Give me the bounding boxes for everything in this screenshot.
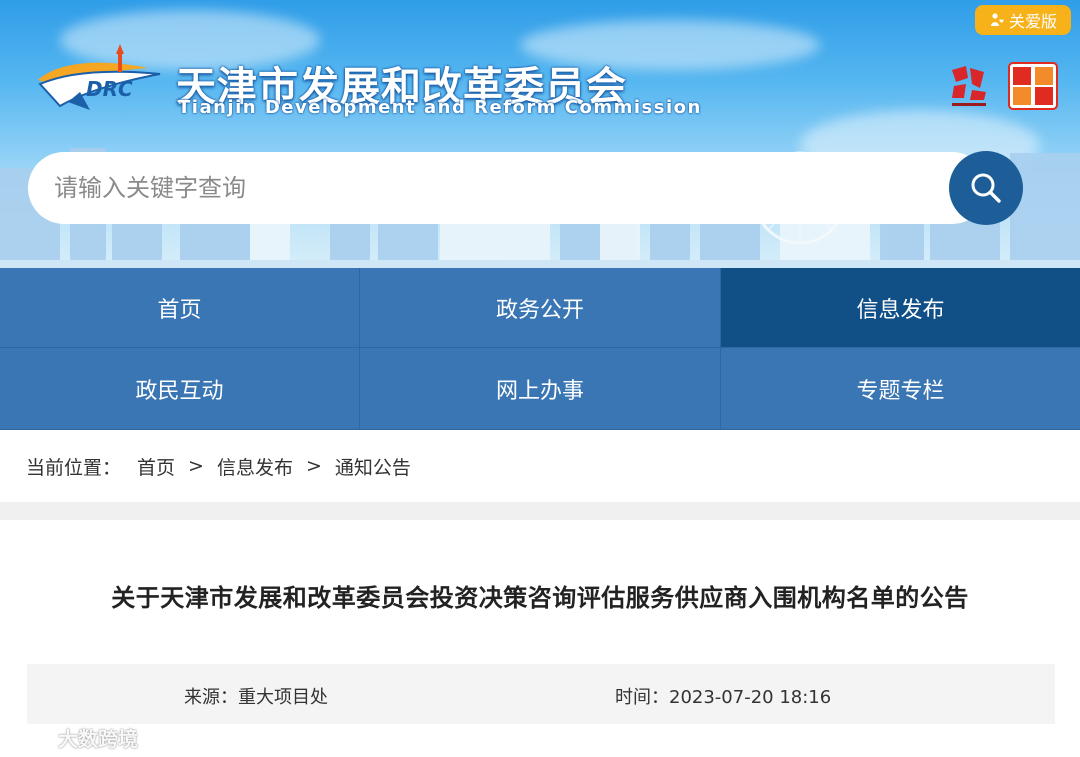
care-mode-icon [990, 13, 1004, 26]
search-box [28, 152, 988, 224]
breadcrumb-item-information-release[interactable]: 信息发布 [217, 453, 293, 480]
breadcrumb-separator: > [188, 455, 204, 477]
nav-item-special-topics[interactable]: 专题专栏 [721, 348, 1080, 430]
article-title: 关于天津市发展和改革委员会投资决策咨询评估服务供应商入围机构名单的公告 [111, 584, 969, 612]
nav-item-public-interaction[interactable]: 政民互动 [0, 348, 360, 430]
nav-item-information-release[interactable]: 信息发布 [721, 268, 1080, 348]
header-banner: 关爱版 DRC 天津市发展和改革委员会 Tianjin Development … [0, 0, 1080, 268]
article-meta-bar: 来源：重大项目处 时间：2023-07-20 18:16 [27, 664, 1055, 724]
site-subtitle: Tianjin Development and Reform Commissio… [178, 97, 702, 118]
nav-item-home[interactable]: 首页 [0, 268, 360, 348]
search-icon [971, 173, 1001, 203]
breadcrumb-prefix: 当前位置： [26, 456, 122, 479]
nav-item-online-services[interactable]: 网上办事 [360, 348, 721, 430]
watermark-text: 大数跨境 [58, 726, 138, 751]
civilization-badge-icon [1008, 62, 1058, 110]
search-input[interactable] [54, 174, 934, 202]
search-button[interactable] [949, 151, 1023, 225]
breadcrumb: 当前位置： 首页 > 信息发布 > 通知公告 [0, 430, 1080, 502]
calligraphy-badge-icon[interactable] [946, 62, 992, 110]
breadcrumb-item-home[interactable]: 首页 [137, 453, 175, 480]
watermark-logo-icon [8, 727, 52, 747]
article-time: 时间：2023-07-20 18:16 [615, 687, 832, 708]
main-nav: 首页 政务公开 信息发布 政民互动 网上办事 专题专栏 [0, 268, 1080, 430]
section-divider [0, 502, 1080, 520]
logo-text: DRC [86, 77, 133, 101]
care-mode-button[interactable]: 关爱版 [975, 5, 1071, 35]
nav-item-government-affairs[interactable]: 政务公开 [360, 268, 721, 348]
civilization-badge[interactable] [1008, 62, 1058, 110]
drc-logo-icon[interactable]: DRC [28, 40, 168, 118]
care-mode-label: 关爱版 [1008, 12, 1057, 31]
breadcrumb-separator: > [305, 455, 322, 477]
watermark: 大数跨境 [8, 724, 138, 751]
breadcrumb-item-notices[interactable]: 通知公告 [335, 453, 411, 480]
article-source: 来源：重大项目处 [184, 687, 328, 708]
